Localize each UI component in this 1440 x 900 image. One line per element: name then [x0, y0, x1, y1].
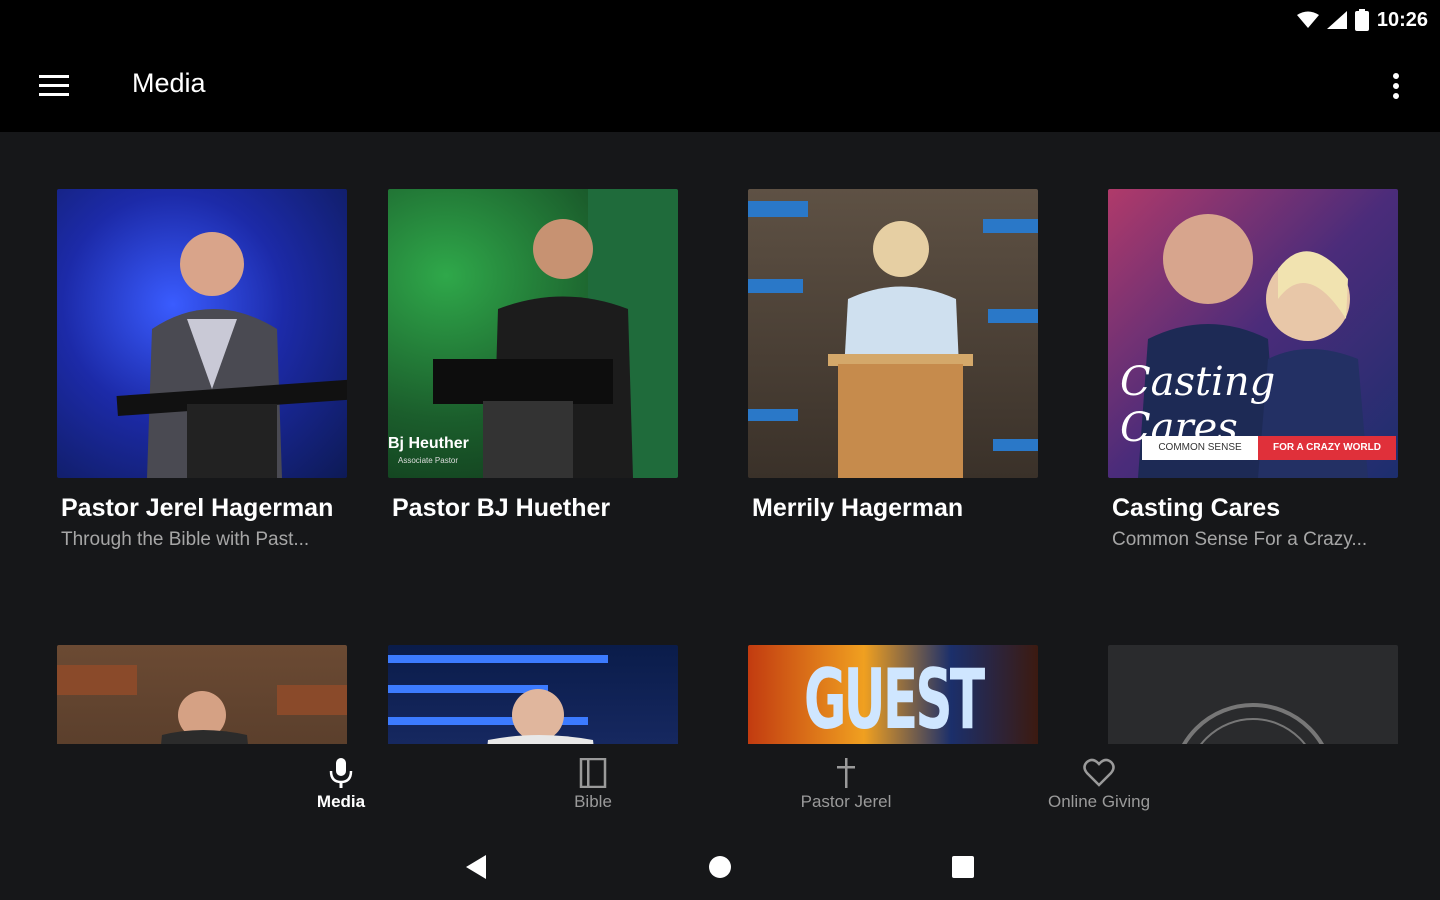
microphone-icon [329, 758, 353, 788]
thumbnail-image: Casting Cares COMMON SENSE FOR A CRAZY W… [1108, 189, 1398, 478]
page-title: Media [132, 68, 206, 98]
thumbnail-image: GUEST SPEAKERS [748, 645, 1038, 744]
status-bar: 10:26 [0, 0, 1440, 40]
nav-tab-online-giving[interactable]: Online Giving [1009, 758, 1189, 812]
nav-tab-pastor-jerel[interactable]: Pastor Jerel [756, 758, 936, 812]
overlay-role: Associate Pastor [398, 456, 459, 465]
system-home-button[interactable] [700, 850, 740, 884]
nav-label: Media [316, 792, 366, 811]
card-title: Pastor Jerel Hagerman [61, 494, 334, 522]
thumbnail-image [388, 645, 678, 744]
art-tag-left: COMMON SENSE [1142, 436, 1258, 460]
thumbnail-image [1108, 645, 1398, 744]
heart-icon [1083, 758, 1115, 787]
art-title: GUEST SPEAKERS [803, 653, 985, 744]
media-card-bj[interactable]: Bj Heuther Associate Pastor Pastor BJ Hu… [388, 189, 678, 529]
overflow-menu-button[interactable] [1376, 64, 1416, 108]
media-card-guest-speakers[interactable]: GUEST SPEAKERS [748, 645, 1038, 744]
hamburger-icon [39, 75, 69, 96]
more-vertical-icon [1393, 73, 1399, 99]
thumbnail-image: Bj Heuther Associate Pastor [388, 189, 678, 478]
system-navigation-bar [0, 834, 1440, 900]
media-card-merrily[interactable]: Merrily Hagerman [748, 189, 1038, 529]
media-card-jerel[interactable]: Pastor Jerel Hagerman Through the Bible … [57, 189, 347, 551]
back-triangle-icon [466, 855, 486, 879]
nav-tab-media[interactable]: Media [251, 758, 431, 812]
status-time: 10:26 [1376, 8, 1428, 31]
thumbnail-image [57, 189, 347, 478]
media-card-row2-1[interactable] [57, 645, 347, 744]
card-subtitle: Common Sense For a Crazy... [1112, 529, 1368, 550]
overlay-name: Bj Heuther [388, 435, 469, 452]
thumbnail-image [57, 645, 347, 744]
status-icons: 10:26 [1296, 6, 1428, 34]
signal-icon [1326, 11, 1347, 29]
cross-icon [837, 758, 855, 788]
card-title: Casting Cares [1112, 494, 1281, 522]
card-title: Merrily Hagerman [752, 494, 964, 522]
media-grid: Pastor Jerel Hagerman Through the Bible … [0, 132, 1440, 744]
book-icon [579, 758, 607, 788]
thumbnail-image [748, 189, 1038, 478]
art-tag-right: FOR A CRAZY WORLD [1258, 436, 1396, 460]
menu-button[interactable] [30, 66, 78, 106]
media-card-row2-4[interactable] [1108, 645, 1398, 744]
card-title: Pastor BJ Huether [392, 494, 611, 522]
system-back-button[interactable] [456, 850, 496, 884]
wifi-icon [1296, 11, 1319, 28]
home-circle-icon [709, 856, 731, 878]
nav-label: Online Giving [1047, 792, 1151, 811]
bottom-navigation: Media Bible Pastor Jerel Online Giving [0, 744, 1440, 834]
system-recents-button[interactable] [943, 850, 983, 884]
media-card-casting-cares[interactable]: Casting Cares COMMON SENSE FOR A CRAZY W… [1108, 189, 1398, 551]
app-bar: Media [0, 40, 1440, 132]
recents-square-icon [952, 856, 974, 878]
media-card-row2-2[interactable] [388, 645, 678, 744]
battery-icon [1354, 9, 1369, 31]
nav-tab-bible[interactable]: Bible [503, 758, 683, 812]
nav-label: Bible [574, 792, 612, 811]
card-subtitle: Through the Bible with Past... [61, 529, 310, 550]
nav-label: Pastor Jerel [800, 792, 892, 811]
